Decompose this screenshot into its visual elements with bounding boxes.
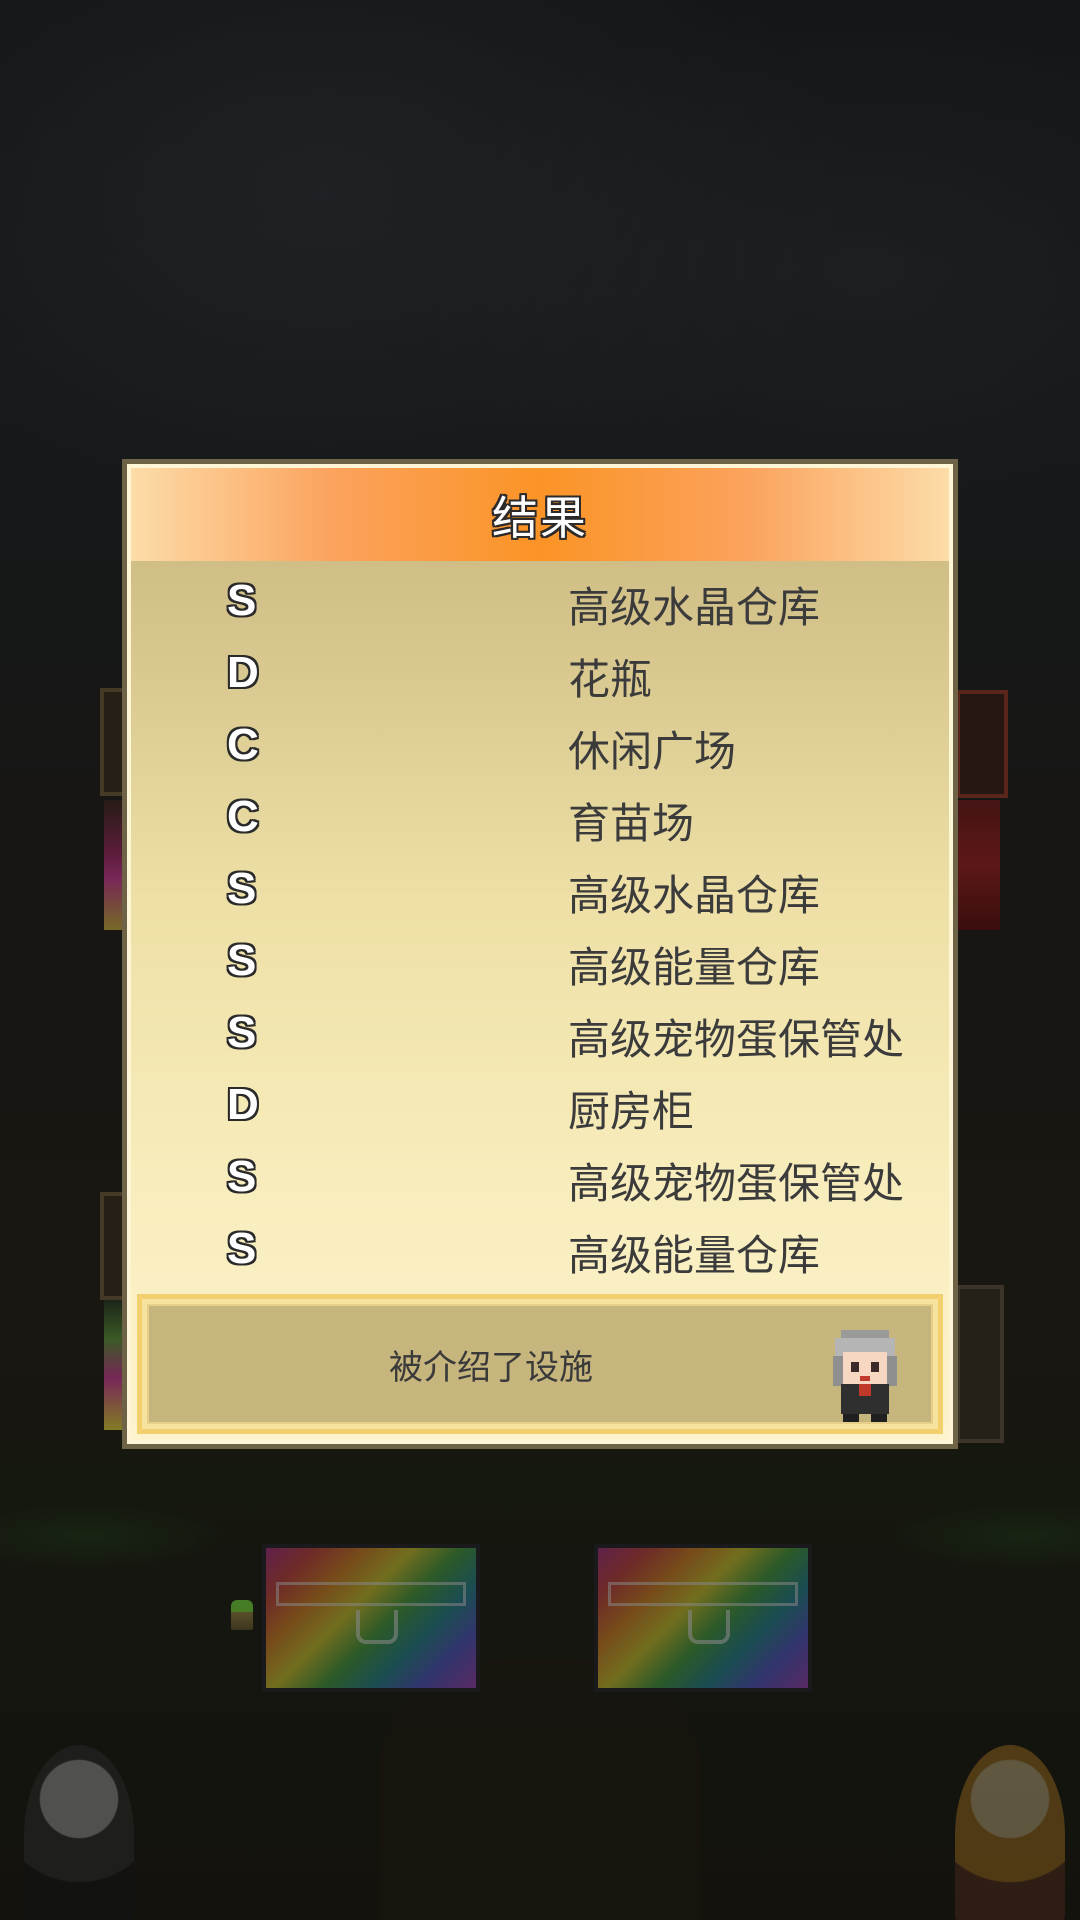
rank-label: D (227, 1080, 259, 1129)
rank-label: C (227, 792, 259, 841)
result-row: S 高级能量仓库 (131, 1216, 949, 1288)
facility-name: 高级能量仓库 (568, 1231, 821, 1280)
facility-name: 休闲广场 (568, 727, 737, 776)
message-box-panel: 被介绍了设施 (147, 1304, 933, 1424)
results-dialog-body: 结果 S 高级水晶仓库 D 花瓶 C 休闲广场 C 育苗场 S 高级水晶仓库 S… (131, 468, 949, 1440)
rank-label: S (227, 936, 257, 985)
elderly-character-icon (833, 1330, 897, 1422)
result-row: S 高级宠物蛋保管处 (131, 1144, 949, 1216)
result-row: C 休闲广场 (131, 712, 949, 784)
rank-label: S (227, 1224, 257, 1273)
results-dialog: 结果 S 高级水晶仓库 D 花瓶 C 休闲广场 C 育苗场 S 高级水晶仓库 S… (122, 459, 958, 1449)
message-text: 被介绍了设施 (389, 1348, 593, 1388)
facility-name: 高级宠物蛋保管处 (568, 1015, 905, 1064)
message-box[interactable]: 被介绍了设施 (137, 1294, 943, 1434)
facility-name: 花瓶 (568, 655, 653, 704)
result-row: C 育苗场 (131, 784, 949, 856)
facility-name: 高级水晶仓库 (568, 871, 821, 920)
result-row: D 厨房柜 (131, 1072, 949, 1144)
game-scene: 结果 S 高级水晶仓库 D 花瓶 C 休闲广场 C 育苗场 S 高级水晶仓库 S… (0, 0, 1080, 1920)
rank-label: S (227, 576, 257, 625)
rank-label: D (227, 648, 259, 697)
rank-label: S (227, 1152, 257, 1201)
facility-name: 厨房柜 (568, 1087, 695, 1136)
facility-name: 高级水晶仓库 (568, 583, 821, 632)
result-row: S 高级宠物蛋保管处 (131, 1000, 949, 1072)
result-row: D 花瓶 (131, 640, 949, 712)
rank-label: S (227, 1008, 257, 1057)
facility-name: 高级能量仓库 (568, 943, 821, 992)
rank-label: C (227, 720, 259, 769)
result-row: S 高级水晶仓库 (131, 568, 949, 640)
facility-name: 高级宠物蛋保管处 (568, 1159, 905, 1208)
dialog-header: 结果 (131, 468, 949, 561)
rank-label: S (227, 864, 257, 913)
result-row: S 高级能量仓库 (131, 928, 949, 1000)
result-list: S 高级水晶仓库 D 花瓶 C 休闲广场 C 育苗场 S 高级水晶仓库 S 高级… (131, 568, 949, 1288)
facility-name: 育苗场 (568, 799, 695, 848)
result-row: S 高级水晶仓库 (131, 856, 949, 928)
dialog-title: 结果 (492, 490, 588, 545)
